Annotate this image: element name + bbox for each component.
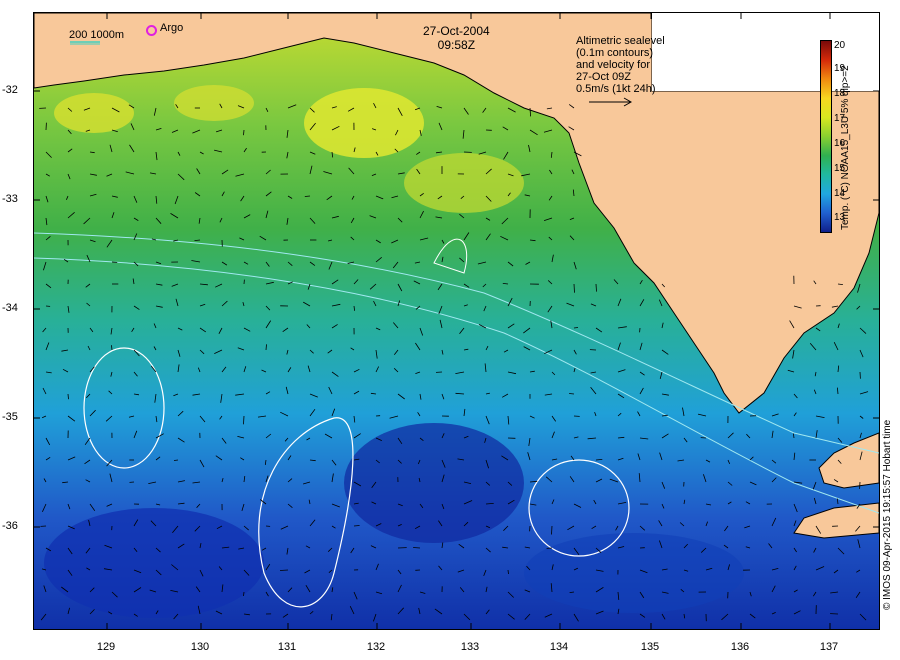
- velocity-vector: [595, 283, 597, 292]
- argo-float-icon: [146, 25, 157, 36]
- velocity-vector: [243, 129, 245, 136]
- lon-label: 137: [819, 641, 839, 653]
- cold-patch: [344, 423, 524, 543]
- velocity-vector: [243, 415, 245, 425]
- sst-map-canvas: [34, 13, 879, 629]
- colorbar-tick: 20: [834, 40, 846, 51]
- velocity-vector: [413, 547, 421, 549]
- legend-line: Altimetric sealevel: [576, 35, 665, 47]
- warm-patch: [404, 153, 524, 213]
- timestamp: 27-Oct-2004 09:58Z: [423, 24, 490, 52]
- legend-line: (0.1m contours): [576, 47, 654, 59]
- cold-patch: [44, 508, 264, 618]
- lon-label: 131: [277, 641, 297, 653]
- depth-scale-label: 200 1000m: [69, 29, 125, 41]
- legend-line: 27-Oct 09Z: [576, 71, 632, 83]
- temperature-colorbar: [820, 40, 832, 233]
- cold-patch: [524, 533, 744, 613]
- warm-patch: [304, 88, 424, 158]
- lon-label: 135: [640, 641, 660, 653]
- velocity-vector: [573, 327, 579, 329]
- velocity-vector: [551, 525, 553, 535]
- velocity-vector: [304, 195, 311, 197]
- legend-line: and velocity for: [576, 59, 650, 71]
- lon-label: 129: [96, 641, 116, 653]
- argo-label: Argo: [160, 22, 184, 34]
- colorbar-title: Temp. (°C) NOAA15_L3U 5% qlp>=2: [840, 65, 851, 230]
- velocity-vector: [67, 393, 69, 400]
- warm-patch: [174, 85, 254, 121]
- warm-patch: [54, 93, 134, 133]
- lat-label: -32: [2, 84, 18, 96]
- lon-label: 130: [190, 641, 210, 653]
- time-text: 09:58Z: [437, 38, 476, 52]
- lat-label: -34: [2, 302, 18, 314]
- legend-line: 0.5m/s (1kt 24h): [576, 83, 656, 95]
- lon-label: 136: [730, 641, 750, 653]
- velocity-vector: [507, 569, 509, 575]
- velocity-vector: [569, 393, 575, 395]
- lon-label: 133: [460, 641, 480, 653]
- credit-text: © IMOS 09-Apr-2015 19:15:57 Hobart time: [882, 419, 893, 610]
- velocity-vector: [279, 569, 289, 571]
- velocity-vector: [243, 591, 245, 597]
- velocity-vector: [573, 283, 575, 293]
- lon-label: 134: [549, 641, 569, 653]
- velocity-vector: [111, 345, 113, 351]
- velocity-vector: [173, 459, 179, 461]
- lon-label: 132: [366, 641, 386, 653]
- lat-label: -36: [2, 520, 18, 532]
- velocity-vector: [353, 525, 360, 527]
- velocity-vector: [265, 344, 267, 351]
- lat-label: -35: [2, 411, 18, 423]
- sst-map[interactable]: [33, 12, 880, 630]
- lat-label: -33: [2, 193, 18, 205]
- date-text: 27-Oct-2004: [423, 24, 490, 38]
- vector-legend: Altimetric sealevel (0.1m contours) and …: [576, 35, 665, 95]
